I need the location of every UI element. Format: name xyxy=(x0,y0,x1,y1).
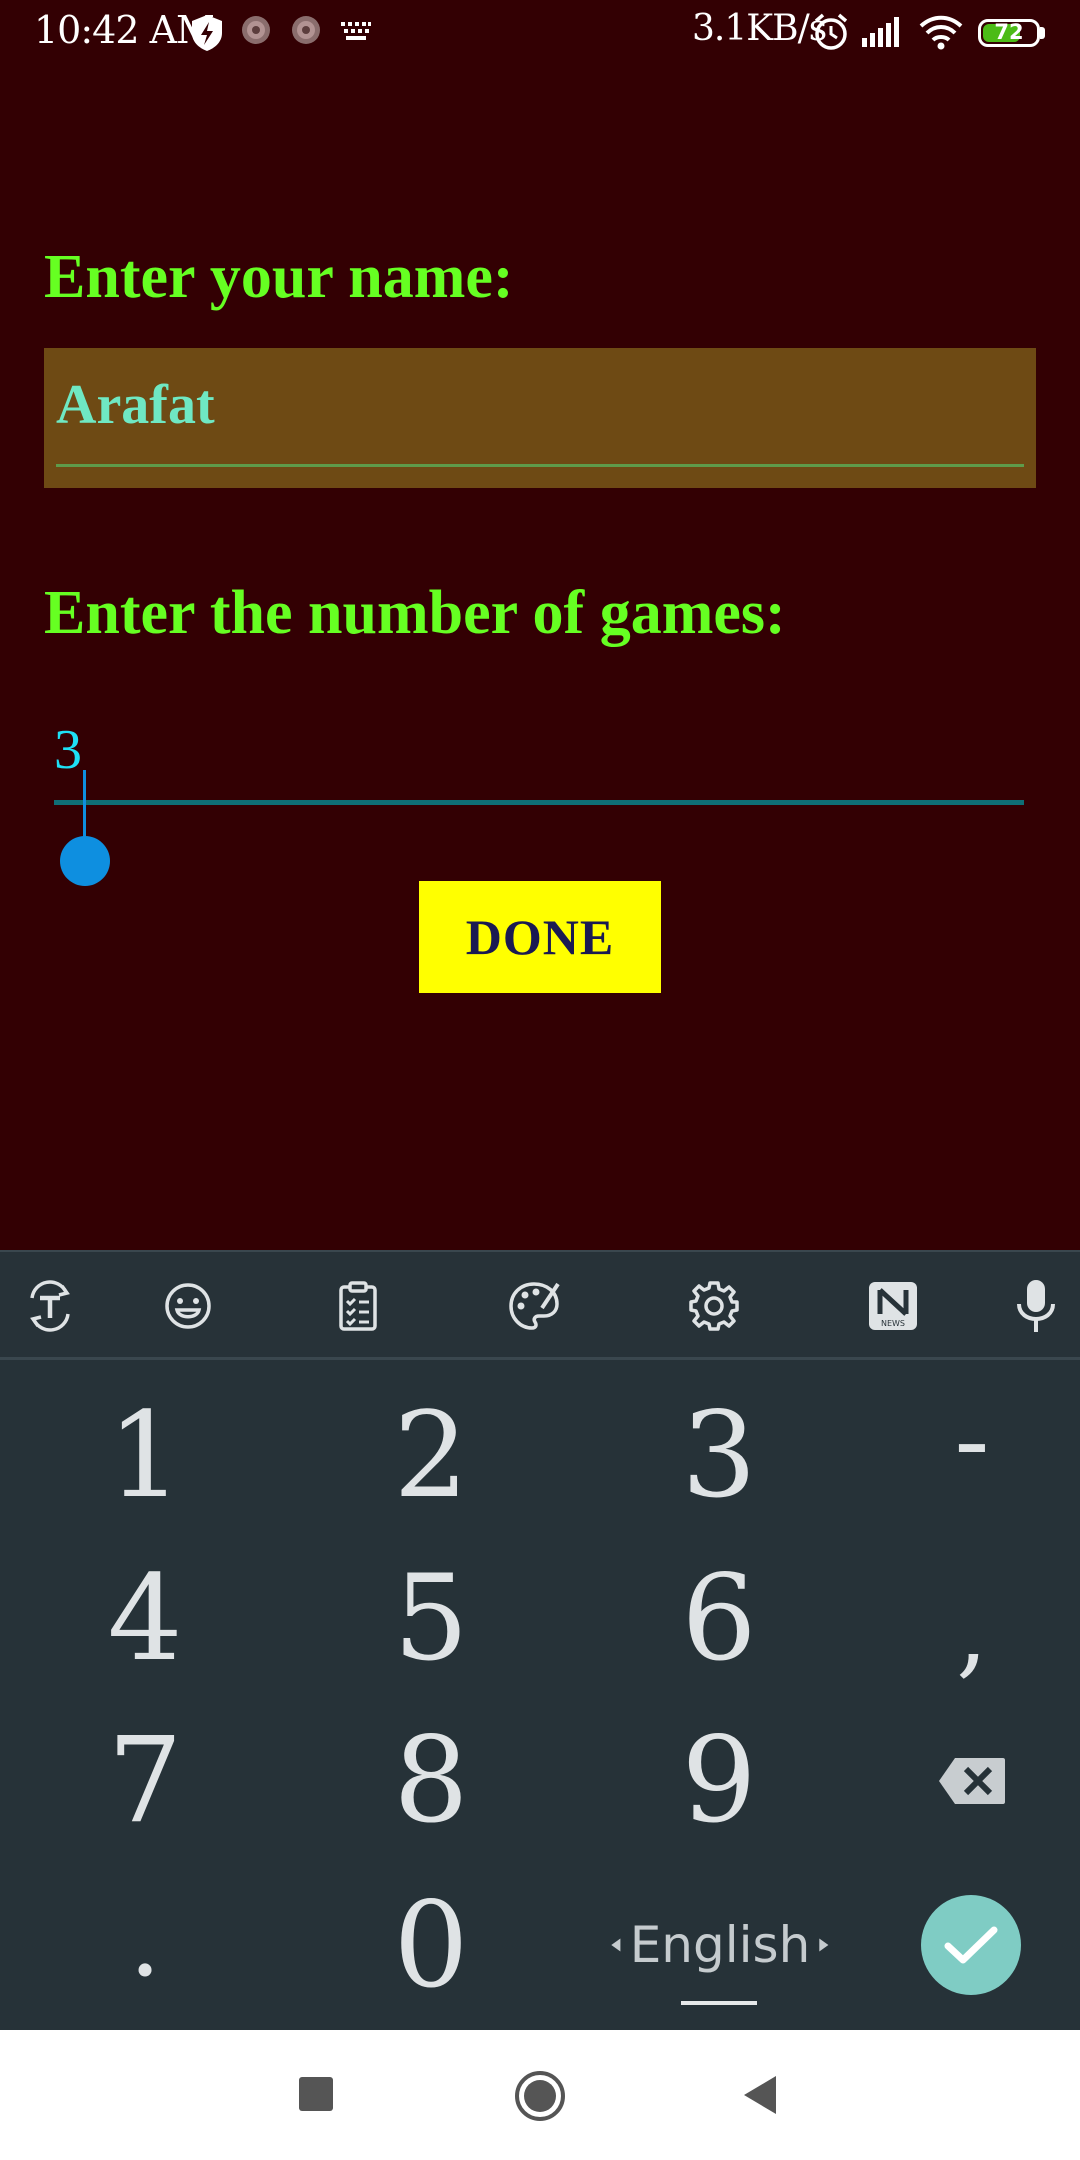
back-icon[interactable] xyxy=(742,2074,778,2116)
battery-level-text: 72 xyxy=(994,20,1024,44)
language-switch-key[interactable]: English xyxy=(610,1910,830,1980)
checkmark-icon xyxy=(944,1926,998,1964)
status-bar: 10:42 AM 3.1KB/s 72 xyxy=(0,0,1080,66)
name-field-container[interactable] xyxy=(44,348,1036,488)
key-4[interactable]: 4 xyxy=(60,1549,230,1687)
alarm-icon xyxy=(814,13,848,50)
games-input[interactable]: 3 xyxy=(54,718,82,782)
name-input[interactable] xyxy=(56,370,1024,440)
key-8[interactable]: 8 xyxy=(346,1711,516,1849)
wifi-icon xyxy=(919,15,963,50)
news-badge-text: NEWS xyxy=(881,1319,905,1328)
spacebar-indicator xyxy=(681,2001,757,2005)
language-prev-icon xyxy=(611,1938,621,1952)
text-cursor xyxy=(83,770,86,840)
navigation-bar xyxy=(0,2030,1080,2160)
news-icon[interactable]: NEWS xyxy=(864,1278,924,1334)
enter-key[interactable] xyxy=(921,1895,1021,1995)
done-button[interactable]: DONE xyxy=(419,881,661,993)
theme-palette-icon[interactable] xyxy=(506,1278,562,1334)
games-label: Enter the number of games: xyxy=(44,579,786,647)
network-speed: 3.1KB/s xyxy=(692,8,827,49)
key-7[interactable]: 7 xyxy=(60,1711,230,1849)
microphone-icon[interactable] xyxy=(1008,1278,1064,1334)
language-label: English xyxy=(629,1916,811,1974)
battery-nub xyxy=(1040,27,1045,39)
name-input-underline xyxy=(56,464,1024,467)
key-9[interactable]: 9 xyxy=(634,1711,804,1849)
name-label: Enter your name: xyxy=(44,243,514,311)
language-next-icon xyxy=(819,1938,829,1952)
backspace-icon xyxy=(939,1758,1005,1804)
keyboard-icon xyxy=(341,22,371,40)
key-5[interactable]: 5 xyxy=(346,1549,516,1687)
key-dash[interactable]: - xyxy=(887,1379,1057,1501)
key-3[interactable]: 3 xyxy=(634,1386,804,1524)
games-input-underline xyxy=(54,800,1024,805)
status-time: 10:42 AM xyxy=(34,8,215,52)
backspace-key[interactable] xyxy=(922,1746,1022,1816)
cursor-handle[interactable] xyxy=(60,836,110,886)
translate-icon[interactable] xyxy=(22,1278,78,1334)
signal-icon xyxy=(862,17,899,47)
key-dot[interactable]: . xyxy=(60,1880,230,2000)
settings-icon[interactable] xyxy=(686,1278,742,1334)
emoji-icon[interactable] xyxy=(160,1278,216,1334)
keyboard-toolbar: NEWS xyxy=(0,1250,1080,1360)
notification-dot-icon xyxy=(292,16,320,44)
battery-icon: 72 xyxy=(978,19,1040,47)
notification-dot-icon xyxy=(242,16,270,44)
clipboard-icon[interactable] xyxy=(330,1278,386,1334)
recent-apps-icon[interactable] xyxy=(298,2076,334,2112)
key-comma[interactable]: , xyxy=(887,1570,1057,1690)
key-0[interactable]: 0 xyxy=(346,1876,516,2014)
key-6[interactable]: 6 xyxy=(634,1549,804,1687)
home-icon[interactable] xyxy=(514,2070,566,2122)
key-1[interactable]: 1 xyxy=(60,1386,230,1524)
key-2[interactable]: 2 xyxy=(346,1386,516,1524)
shield-bolt-icon xyxy=(192,15,222,51)
